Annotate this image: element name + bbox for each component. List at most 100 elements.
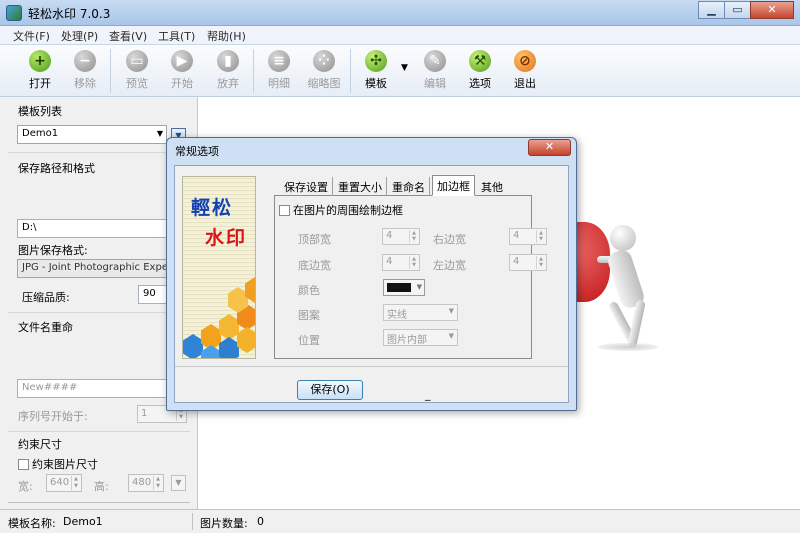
left-width-label: 左边宽	[433, 259, 466, 272]
constraint-label: 约束尺寸	[18, 438, 62, 451]
chevron-down-icon: ▼	[448, 307, 454, 315]
menu-help[interactable]: 帮助(H)	[207, 28, 246, 44]
template-button[interactable]: ✣ 模板	[354, 50, 398, 91]
save-button[interactable]: 保存(O)	[297, 380, 363, 400]
banner-line1: 輕松	[191, 197, 234, 219]
pencil-icon: ✎	[424, 50, 446, 72]
chevron-down-icon: ▼	[416, 283, 422, 291]
menu-view[interactable]: 查看(V)	[109, 28, 147, 44]
dialog-footer-divider	[175, 366, 568, 367]
spin-arrows-icon[interactable]: ▲▼	[536, 256, 545, 269]
remove-label: 移除	[74, 77, 96, 90]
tab-other[interactable]: 其他	[477, 177, 507, 196]
start-label: 开始	[171, 77, 193, 90]
template-name-value: Demo1	[63, 515, 103, 528]
height-spin[interactable]: 480 ▲ ▼	[128, 474, 164, 492]
sequence-start-label: 序列号开始于:	[18, 410, 88, 423]
height-label: 高:	[94, 480, 109, 493]
spin-arrows-icon[interactable]: ▲▼	[409, 230, 418, 243]
spin-arrows-icon[interactable]: ▲▼	[536, 230, 545, 243]
hexagon-graphic	[201, 345, 221, 358]
options-tabs: 保存设置 重置大小 重命名 加边框 其他	[274, 175, 532, 196]
detail-label: 明细	[268, 77, 290, 90]
play-icon: ▶	[171, 50, 193, 72]
bottom-width-spin[interactable]: 4 ▲ ▼	[382, 254, 420, 271]
tab-save-settings[interactable]: 保存设置	[280, 177, 333, 196]
constrain-size-label: 约束图片尺寸	[32, 458, 98, 471]
menu-process[interactable]: 处理(P)	[61, 28, 98, 44]
template-dropdown-arrow[interactable]: ▼	[401, 63, 408, 73]
open-label: 打开	[29, 77, 51, 90]
checkbox-icon[interactable]	[18, 459, 29, 470]
toolbar-separator	[110, 49, 111, 93]
draw-border-checkbox[interactable]: 在图片的周围绘制边框	[279, 202, 403, 218]
exit-button[interactable]: ⊘ 退出	[503, 50, 547, 91]
width-spin[interactable]: 640 ▲ ▼	[46, 474, 82, 492]
edit-label: 编辑	[424, 77, 446, 90]
image-count-value: 0	[257, 515, 264, 528]
window-controls: ▁ ▭ ✕	[698, 1, 794, 19]
detail-button[interactable]: ≡ 明细	[257, 50, 301, 91]
border-color-picker[interactable]: ▼	[383, 279, 425, 296]
abort-button[interactable]: ▮ 放弃	[206, 50, 250, 91]
edit-button[interactable]: ✎ 编辑	[413, 50, 457, 91]
pattern-value: 实线	[387, 310, 407, 321]
tab-rename[interactable]: 重命名	[388, 177, 430, 196]
hexagon-graphic	[219, 337, 239, 358]
width-value: 640	[50, 477, 70, 488]
rename-label: 文件名重命	[18, 321, 73, 334]
close-button[interactable]: ✕	[750, 1, 794, 19]
left-width-spin[interactable]: 4 ▲ ▼	[509, 254, 547, 271]
puzzle-icon: ✣	[365, 50, 387, 72]
options-button[interactable]: ⚒ 选项	[458, 50, 502, 91]
dialog-close-button[interactable]: ✕	[528, 139, 571, 156]
exit-label: 退出	[514, 77, 536, 90]
wrench-icon: ⚒	[469, 50, 491, 72]
open-button[interactable]: + 打开	[18, 50, 62, 91]
figure-head-graphic	[610, 225, 636, 251]
template-select[interactable]: Demo1 ▼	[17, 125, 167, 144]
save-path-label: 保存路径和格式	[18, 162, 95, 175]
status-bar: 模板名称: Demo1 图片数量: 0	[0, 509, 800, 533]
chevron-down-icon: ▼	[448, 332, 454, 340]
right-width-spin[interactable]: 4 ▲ ▼	[509, 228, 547, 245]
divider	[8, 502, 190, 503]
top-width-spin[interactable]: 4 ▲ ▼	[382, 228, 420, 245]
tab-resize[interactable]: 重置大小	[334, 177, 387, 196]
pattern-select[interactable]: 实线 ▼	[383, 304, 458, 321]
thumbnail-button[interactable]: ⁘ 缩略图	[302, 50, 346, 91]
spin-arrows-icon[interactable]: ▲▼	[153, 476, 162, 490]
toolbar-separator	[253, 49, 254, 93]
bottom-width-value: 4	[386, 256, 393, 267]
brand-banner: 輕松 水印	[182, 176, 256, 359]
template-list-label: 模板列表	[18, 105, 62, 118]
tab-border[interactable]: 加边框	[432, 175, 475, 196]
menu-tools[interactable]: 工具(T)	[158, 28, 195, 44]
quality-label: 压缩品质:	[22, 291, 70, 304]
checkbox-icon[interactable]	[279, 205, 290, 216]
app-icon	[6, 5, 22, 21]
preview-button[interactable]: ▭ 预览	[115, 50, 159, 91]
menu-file[interactable]: 文件(F)	[13, 28, 50, 44]
size-options-button[interactable]: ▼	[171, 475, 186, 491]
width-label: 宽:	[18, 480, 33, 493]
template-label: 模板	[365, 77, 387, 90]
exit-icon: ⊘	[514, 50, 536, 72]
format-label: 图片保存格式:	[18, 244, 88, 257]
position-select[interactable]: 图片内部 ▼	[383, 329, 458, 346]
border-tab-panel: 在图片的周围绘制边框 顶部宽 4 ▲ ▼ 右边宽 4 ▲ ▼ 底边宽 4 ▲ ▼ 左边…	[274, 196, 547, 359]
title-bar: 轻松水印 7.0.3 ▁ ▭ ✕	[0, 0, 800, 26]
spin-arrows-icon[interactable]: ▲▼	[71, 476, 80, 490]
remove-button[interactable]: − 移除	[63, 50, 107, 91]
left-width-value: 4	[513, 256, 520, 267]
minimize-button[interactable]: ▁	[698, 1, 725, 19]
maximize-button[interactable]: ▭	[724, 1, 751, 19]
height-value: 480	[132, 477, 152, 488]
start-button[interactable]: ▶ 开始	[160, 50, 204, 91]
banner-line2: 水印	[205, 227, 248, 249]
constrain-size-checkbox[interactable]: 约束图片尺寸	[18, 456, 98, 472]
spin-arrows-icon[interactable]: ▲▼	[409, 256, 418, 269]
divider	[8, 312, 190, 313]
sequence-start-value: 1	[141, 408, 148, 419]
minus-icon: −	[74, 50, 96, 72]
